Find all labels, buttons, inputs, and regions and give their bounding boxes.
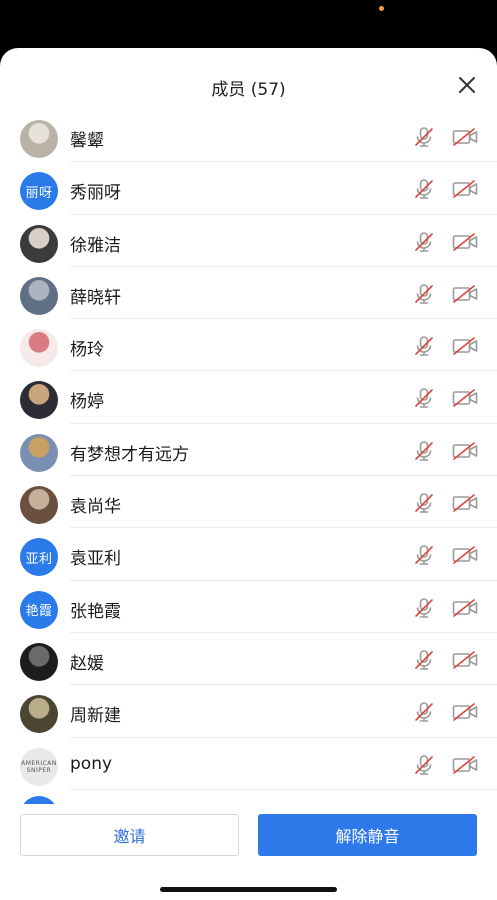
camera-off-icon[interactable] — [452, 598, 478, 617]
member-row[interactable]: 杨玲 — [0, 319, 497, 372]
mic-muted-icon[interactable] — [413, 492, 435, 514]
mic-muted-icon[interactable] — [413, 231, 435, 253]
member-name: 张艳霞 — [70, 601, 121, 622]
avatar — [20, 224, 58, 263]
member-row[interactable]: 赵媛 — [0, 633, 497, 686]
status-indicator-dot — [379, 6, 384, 11]
camera-off-icon[interactable] — [452, 285, 478, 303]
member-row[interactable]: 周新建 — [0, 685, 497, 738]
mic-muted-icon[interactable] — [413, 597, 435, 619]
member-name: 徐雅洁 — [70, 235, 121, 256]
avatar — [20, 695, 58, 734]
member-row[interactable]: 丽呀 秀丽呀 — [0, 162, 497, 215]
mic-muted-icon[interactable] — [413, 283, 435, 305]
camera-off-icon[interactable] — [452, 389, 478, 408]
avatar: 丽呀 — [20, 172, 58, 211]
camera-off-icon[interactable] — [452, 494, 478, 512]
member-row[interactable]: 艳霞 张艳霞 — [0, 581, 497, 634]
camera-off-icon[interactable] — [452, 651, 478, 669]
camera-off-icon[interactable] — [452, 546, 478, 565]
member-name: 周新建 — [70, 706, 121, 727]
mic-muted-icon[interactable] — [413, 649, 435, 671]
home-indicator — [160, 887, 337, 892]
close-icon[interactable] — [457, 75, 477, 95]
mic-muted-icon[interactable] — [413, 335, 435, 357]
mic-muted-icon[interactable] — [413, 701, 435, 723]
member-row[interactable]: 有梦想才有远方 — [0, 424, 497, 477]
avatar: 艳霞 — [20, 590, 58, 629]
member-name: pony — [70, 753, 113, 774]
member-row[interactable] — [0, 790, 497, 804]
avatar — [20, 120, 58, 158]
member-row[interactable]: 杨婷 — [0, 371, 497, 425]
member-list[interactable]: 馨颦 丽呀 秀丽呀 徐雅洁 薛晓轩 杨玲 杨婷 有梦想才有远方 袁尚华 亚利 袁亚利 艳霞 张艳霞 赵媛周… — [0, 110, 497, 804]
member-row[interactable]: 馨颦 — [0, 110, 497, 163]
member-name: 杨玲 — [70, 340, 104, 361]
mic-muted-icon[interactable] — [413, 178, 435, 200]
member-row[interactable]: AMERICAN SNIPER pony — [0, 738, 497, 791]
avatar — [20, 329, 58, 368]
avatar — [20, 276, 58, 315]
mic-muted-icon[interactable] — [413, 387, 435, 409]
member-row[interactable]: 薛晓轩 — [0, 267, 497, 320]
avatar: AMERICAN SNIPER — [20, 747, 58, 786]
avatar: 亚利 — [20, 538, 58, 577]
member-name: 秀丽呀 — [70, 183, 121, 204]
mic-muted-icon[interactable] — [413, 126, 435, 148]
avatar — [20, 642, 58, 681]
avatar — [20, 381, 58, 420]
camera-off-icon[interactable] — [452, 180, 478, 199]
camera-off-icon[interactable] — [452, 337, 478, 355]
member-name: 馨颦 — [70, 131, 104, 151]
camera-off-icon[interactable] — [452, 232, 478, 251]
member-row[interactable]: 袁尚华 — [0, 476, 497, 529]
member-row[interactable]: 亚利 袁亚利 — [0, 528, 497, 581]
mic-muted-icon[interactable] — [413, 440, 435, 462]
members-sheet: 成员 (57) 馨颦 丽呀 秀丽呀 徐雅洁 薛晓轩 杨玲 杨婷 有梦想才有远方 袁尚华 亚利 袁亚利… — [0, 48, 497, 900]
member-name: 赵媛 — [70, 653, 104, 674]
mic-muted-icon[interactable] — [413, 754, 435, 776]
avatar — [20, 486, 58, 525]
member-name: 袁亚利 — [70, 549, 121, 570]
avatar — [20, 433, 58, 472]
mic-muted-icon[interactable] — [413, 544, 435, 566]
avatar — [20, 795, 58, 804]
sheet-footer: 邀请 解除静音 — [0, 804, 497, 900]
page-title: 成员 (57) — [211, 80, 286, 100]
member-name: 杨婷 — [70, 392, 104, 413]
sheet-header: 成员 (57) — [0, 48, 497, 110]
camera-off-icon[interactable] — [452, 703, 478, 722]
member-name: 薛晓轩 — [70, 287, 121, 308]
member-name: 有梦想才有远方 — [70, 444, 189, 465]
member-name: 袁尚华 — [70, 497, 121, 518]
member-row[interactable]: 徐雅洁 — [0, 215, 497, 268]
camera-off-icon[interactable] — [452, 441, 478, 460]
invite-button[interactable]: 邀请 — [20, 814, 239, 856]
camera-off-icon[interactable] — [452, 128, 478, 146]
unmute-all-button[interactable]: 解除静音 — [258, 814, 477, 856]
camera-off-icon[interactable] — [452, 755, 478, 774]
